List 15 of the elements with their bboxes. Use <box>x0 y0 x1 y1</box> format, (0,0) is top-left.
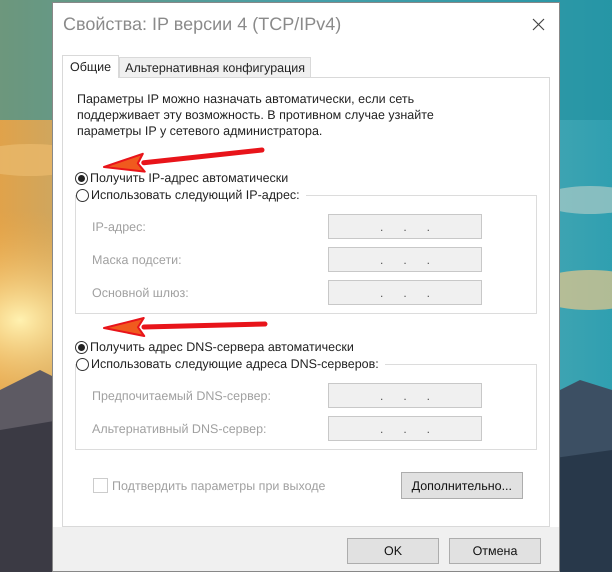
field-label: Основной шлюз: <box>92 286 189 300</box>
field-label: Маска подсети: <box>92 252 182 266</box>
advanced-button[interactable]: Дополнительно... <box>400 472 523 499</box>
field-label: IP-адрес: <box>92 220 146 234</box>
radio-option[interactable]: Использовать следующий IP-адрес: <box>76 186 306 204</box>
close-icon[interactable] <box>532 18 545 31</box>
field-label: Альтернативный DNS-сервер: <box>92 422 267 436</box>
field-label: Предпочитаемый DNS-сервер: <box>92 388 271 402</box>
description-text: Параметры IP можно назначать автоматически, если сеть поддерживает эту возможность. В противном случае узнайте параметры IP у сетевого администратора. <box>77 91 434 139</box>
radio-option[interactable]: Использовать следующие адреса DNS-серверов: <box>76 355 385 373</box>
tab[interactable]: Общие <box>62 55 120 78</box>
ok-button[interactable]: OK <box>347 538 439 564</box>
cancel-button[interactable]: Отмена <box>449 538 541 564</box>
window-title: Свойства: IP версии 4 (TCP/IPv4) <box>63 14 342 35</box>
tab[interactable]: Альтернативная конфигурация <box>119 57 312 77</box>
